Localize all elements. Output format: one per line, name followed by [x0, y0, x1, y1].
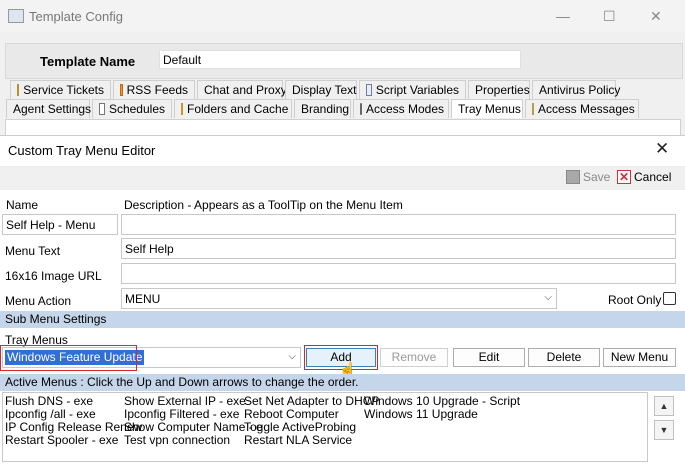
schedule-icon [99, 103, 105, 115]
tab-antivirus-policy[interactable]: Antivirus Policy [532, 80, 620, 99]
maximize-icon[interactable]: ☐ [603, 8, 616, 25]
cancel-icon: ✕ [617, 170, 631, 184]
tabs-row-2: Agent Settings Schedules Folders and Cac… [6, 99, 680, 119]
tab-branding[interactable]: Branding [294, 99, 351, 118]
tab-label: Service Tickets [23, 82, 104, 97]
script-icon [366, 84, 372, 96]
description-input[interactable] [121, 214, 676, 235]
folder-icon [181, 103, 183, 115]
tab-script-variables[interactable]: Script Variables [359, 80, 466, 99]
tab-access-messages[interactable]: Access Messages [525, 99, 639, 118]
close-icon[interactable]: ✕ [650, 8, 662, 25]
tab-folders-and-cache[interactable]: Folders and Cache [174, 99, 292, 118]
tab-properties[interactable]: Properties [468, 80, 530, 99]
tab-label: Access Modes [366, 101, 445, 116]
image-url-input[interactable] [121, 263, 676, 284]
tab-label: Schedules [108, 101, 165, 116]
tab-agent-settings[interactable]: Agent Settings [6, 99, 92, 118]
menu-action-label: Menu Action [5, 294, 72, 308]
tabs-row-1: Service Tickets RSS Feeds Chat and Proxy… [10, 80, 680, 99]
tab-service-tickets[interactable]: Service Tickets [10, 80, 111, 99]
dialog-title: Custom Tray Menu Editor [8, 143, 156, 158]
move-up-button[interactable]: ▲ [654, 396, 674, 416]
chevron-down-icon: ⌵ [544, 292, 552, 303]
outer-window-titlebar: Template Config — ☐ ✕ [0, 0, 685, 32]
message-icon [532, 103, 534, 115]
dialog-close-icon[interactable]: ✕ [655, 139, 669, 159]
highlight-box-tray-menu [0, 345, 137, 371]
template-name-input[interactable]: Default [159, 50, 521, 69]
cancel-button[interactable]: ✕ Cancel [617, 170, 671, 184]
description-header: Description - Appears as a ToolTip on th… [124, 198, 403, 212]
root-only-checkbox[interactable] [663, 292, 676, 305]
list-item[interactable]: Restart NLA Service [244, 434, 379, 447]
root-only-label: Root Only [608, 293, 662, 307]
tab-label: Folders and Cache [187, 101, 289, 116]
minimize-icon[interactable]: — [556, 8, 570, 24]
remove-button[interactable]: Remove [380, 348, 448, 367]
active-menus-header: Active Menus : Click the Up and Down arr… [0, 374, 685, 391]
chevron-down-icon: ⌵ [288, 351, 296, 362]
outer-window-title: Template Config [29, 9, 123, 24]
active-menus-list[interactable]: Flush DNS - exe Ipconfig /all - exe IP C… [2, 392, 648, 462]
tab-label: Properties [475, 82, 530, 97]
tab-label: Display Text [292, 82, 357, 97]
new-menu-button[interactable]: New Menu [603, 348, 676, 367]
edit-button[interactable]: Edit [453, 348, 525, 367]
menu-action-value: MENU [125, 292, 161, 306]
app-icon [8, 9, 24, 23]
active-menus-column-2: Show External IP - exe Ipconfig Filtered… [124, 395, 263, 447]
tab-label: Chat and Proxy [204, 82, 287, 97]
tab-label: Tray Menus [458, 101, 521, 116]
name-header: Name [6, 198, 39, 212]
ticket-icon [17, 84, 20, 96]
tab-chat-and-proxy[interactable]: Chat and Proxy [197, 80, 287, 99]
delete-button[interactable]: Delete [528, 348, 600, 367]
cancel-label: Cancel [634, 170, 672, 184]
template-name-label: Template Name [40, 54, 136, 69]
list-item[interactable]: Restart Spooler - exe [5, 434, 142, 447]
list-item[interactable]: Test vpn connection [124, 434, 263, 447]
tab-schedules[interactable]: Schedules [92, 99, 172, 118]
image-url-label: 16x16 Image URL [5, 269, 102, 283]
save-button[interactable]: Save [566, 170, 610, 184]
name-input[interactable]: Self Help - Menu [2, 214, 118, 235]
rss-icon [120, 84, 123, 96]
gear-icon [360, 103, 362, 115]
active-menus-column-1: Flush DNS - exe Ipconfig /all - exe IP C… [5, 395, 142, 447]
tab-content-area [5, 119, 681, 135]
save-label: Save [583, 170, 611, 184]
menu-text-input[interactable]: Self Help [121, 238, 676, 259]
list-item[interactable]: Windows 11 Upgrade [364, 408, 520, 421]
active-menus-column-3: Set Net Adapter to DHCP Reboot Computer … [244, 395, 379, 447]
tab-label: RSS Feeds [126, 82, 188, 97]
tab-label: Agent Settings [13, 101, 92, 116]
tab-label: Script Variables [375, 82, 459, 97]
sub-menu-settings-header: Sub Menu Settings [0, 311, 685, 328]
tab-tray-menus[interactable]: Tray Menus [451, 99, 523, 118]
tab-rss-feeds[interactable]: RSS Feeds [113, 80, 195, 99]
floppy-disk-icon [566, 170, 580, 184]
tab-label: Branding [301, 101, 350, 116]
menu-action-select[interactable]: MENU ⌵ [121, 288, 557, 309]
tab-label: Access Messages [538, 101, 635, 116]
active-menus-column-4: Windows 10 Upgrade - Script Windows 11 U… [364, 395, 520, 421]
menu-text-label: Menu Text [5, 244, 61, 258]
move-down-button[interactable]: ▼ [654, 420, 674, 440]
tab-label: Antivirus Policy [539, 82, 621, 97]
tab-display-text[interactable]: Display Text [285, 80, 357, 99]
tab-access-modes[interactable]: Access Modes [353, 99, 449, 118]
